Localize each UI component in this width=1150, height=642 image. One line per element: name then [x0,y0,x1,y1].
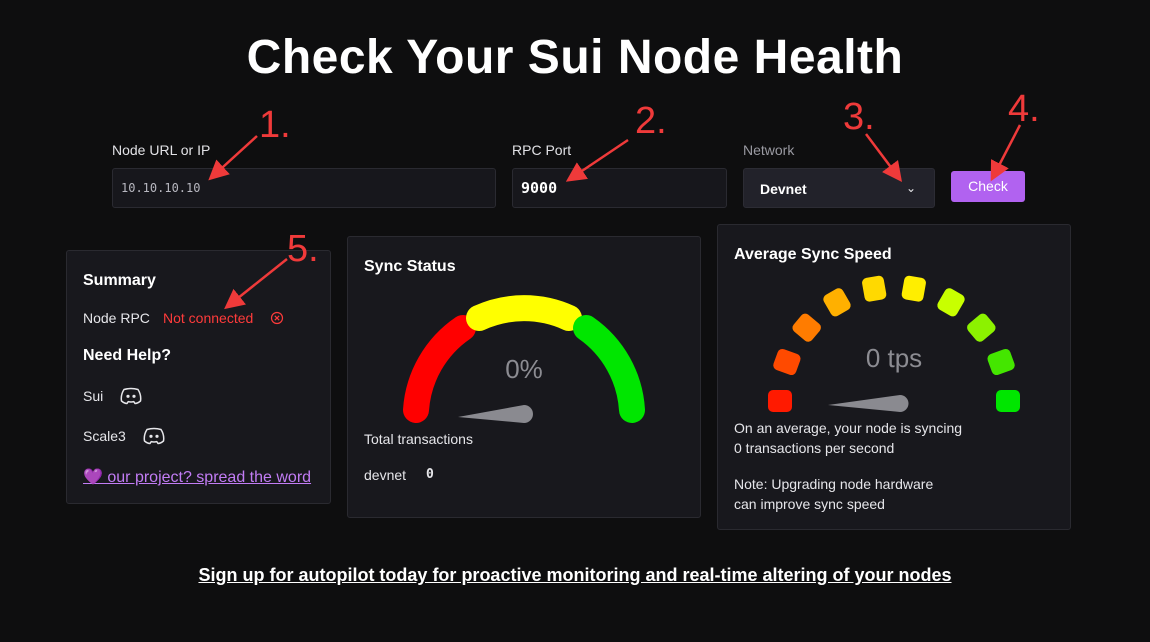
sui-help-label: Sui [83,388,104,404]
gauge-segment [937,288,965,317]
network-name: devnet [364,467,407,483]
summary-card: Summary Node RPC Not connected Need Help… [66,250,331,504]
rpc-port-input[interactable]: 9000 [512,168,727,208]
summary-title: Summary [83,272,156,289]
gauge-red-segment [403,315,476,423]
sync-percent: 0% [505,354,543,384]
spread-the-word-link[interactable]: 💜 our project? spread the word [83,467,311,487]
gauge-segment [862,275,887,302]
annotation-2: 2. [635,100,667,142]
gauge-segment [792,313,821,342]
note-line1: Note: Upgrading node hardware [734,476,934,492]
discord-icon[interactable] [119,387,143,405]
annotation-3: 3. [843,96,875,138]
gauge-segment [901,275,926,302]
annotation-1: 1. [259,104,291,146]
annotation-4: 4. [1008,88,1040,130]
tps-value: 0 tps [865,343,923,373]
gauge-segment [773,348,801,376]
annotation-arrow-4 [990,124,1022,182]
gauge-segment [996,390,1020,412]
gauge-green-segment [573,315,645,423]
rpc-port-label: RPC Port [512,142,572,158]
network-selected-value: Devnet [760,181,807,197]
avg-sync-speed-card: Average Sync Speed 0 tps On an average, … [717,224,1071,530]
annotation-5: 5. [287,228,319,270]
chevron-down-icon: ⌄ [905,181,916,195]
autopilot-signup-link[interactable]: Sign up for autopilot today for proactiv… [0,565,1150,586]
sync-gauge [403,295,645,423]
page-title: Check Your Sui Node Health [246,31,904,84]
need-help-title: Need Help? [83,347,172,364]
node-rpc-label: Node RPC [83,310,150,326]
gauge-segment [768,390,792,412]
gauge-needle [828,395,909,412]
total-transactions-label: Total transactions [364,431,473,447]
speed-gauge [768,275,1020,412]
avg-desc-line1: On an average, your node is syncing [734,420,963,436]
check-button[interactable]: Check [951,171,1025,202]
rpc-status-text: Not connected [163,310,254,326]
gauge-needle [458,405,533,423]
gauge-segment [987,348,1015,376]
node-url-value: 10.10.10.10 [121,181,201,195]
network-label: Network [743,142,795,158]
node-url-input[interactable]: 10.10.10.10 [112,168,496,208]
error-circle-icon [270,311,284,325]
node-url-label: Node URL or IP [112,142,211,158]
rpc-port-value: 9000 [521,179,558,197]
network-select[interactable]: Devnet ⌄ [743,168,935,208]
gauge-yellow-segment [466,295,582,331]
sync-status-card: Sync Status 0% Total transactions devnet… [347,236,701,518]
gauge-segment [823,288,851,317]
scale3-help-label: Scale3 [83,428,126,444]
gauge-segment [967,313,996,342]
note-line2: can improve sync speed [734,496,885,512]
discord-icon[interactable] [142,427,166,445]
avg-desc-line2: 0 transactions per second [734,440,895,456]
tx-count: 0 [426,467,434,482]
